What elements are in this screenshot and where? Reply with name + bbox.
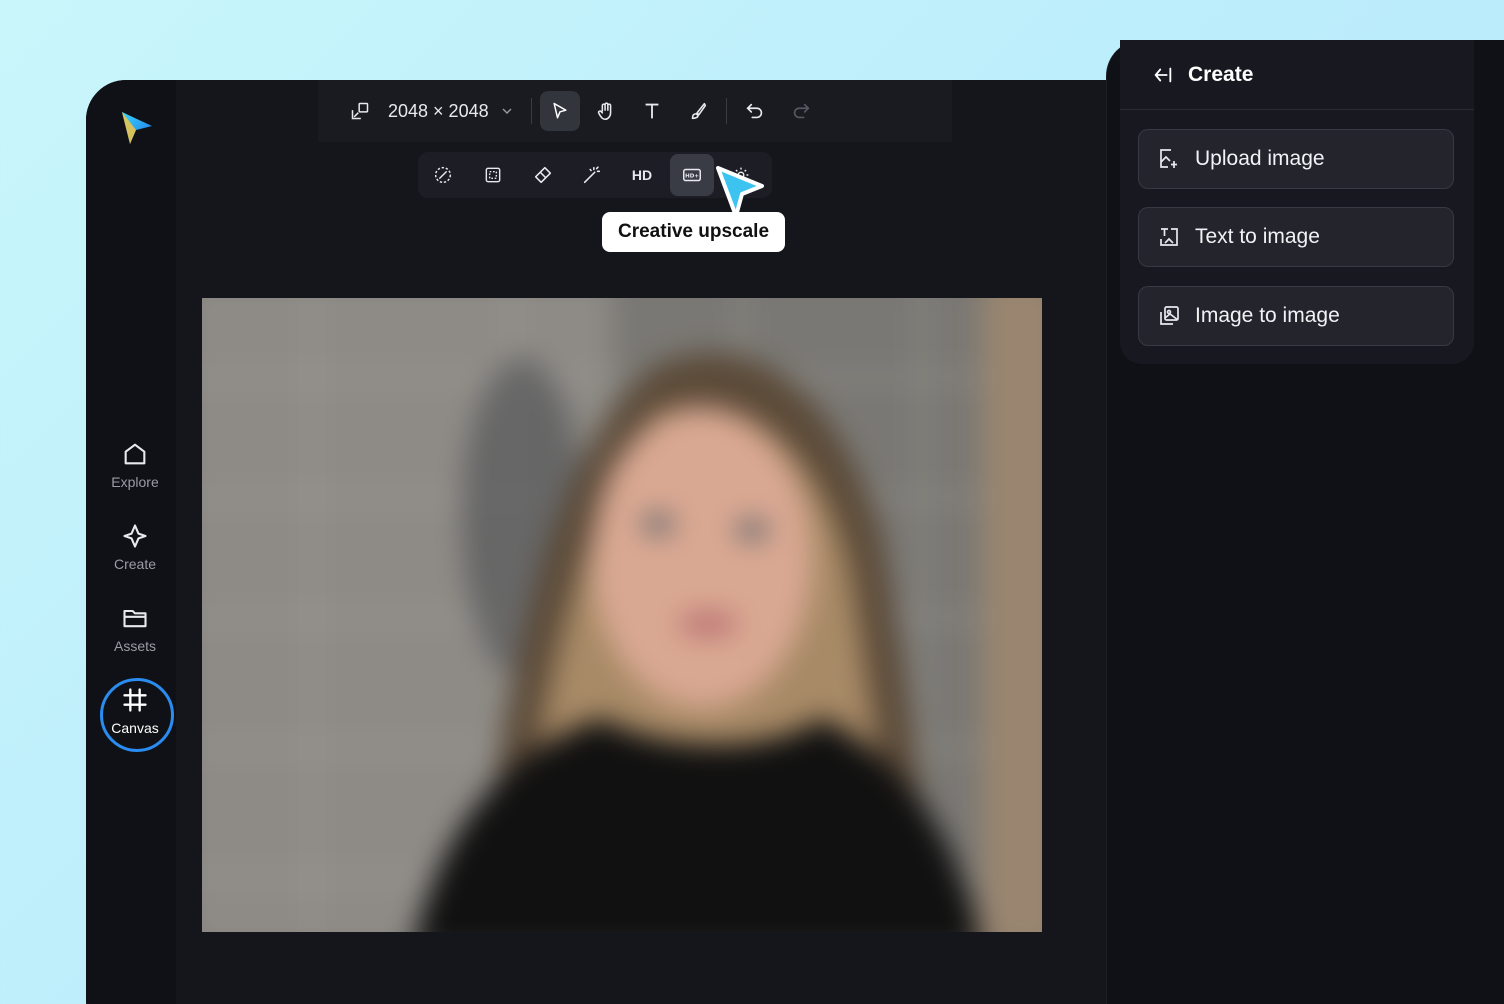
remove-background-icon xyxy=(435,166,452,184)
sidebar-item-label: Assets xyxy=(113,638,156,654)
canvas-image[interactable] xyxy=(202,298,1042,932)
crop-icon xyxy=(485,167,501,183)
text-tool-button[interactable] xyxy=(632,91,672,131)
creative-upscale-icon: HD+ xyxy=(682,168,701,182)
redo-button[interactable] xyxy=(781,91,821,131)
hand-icon xyxy=(597,102,611,121)
resize-button[interactable] xyxy=(340,91,380,131)
hd-button[interactable]: HD xyxy=(620,154,664,196)
text-to-image-label: Text to image xyxy=(1195,225,1320,248)
sidebar-item-label: Canvas xyxy=(111,720,159,736)
toolbar-divider xyxy=(530,98,532,124)
left-sidebar: Explore Create Assets Canvas xyxy=(86,80,176,1004)
sparkle-icon xyxy=(123,524,147,548)
canvas-size-select[interactable]: 2048 × 2048 xyxy=(380,91,523,131)
sidebar-item-label: Explore xyxy=(111,474,159,490)
create-panel-header: Create xyxy=(1120,40,1474,110)
brush-tool-button[interactable] xyxy=(678,91,718,131)
sidebar-item-canvas[interactable]: Canvas xyxy=(86,686,184,736)
image-to-image-button[interactable]: Image to image xyxy=(1138,286,1454,346)
hd-label: HD xyxy=(631,167,653,183)
magic-wand-button[interactable] xyxy=(570,154,614,196)
upload-image-button[interactable]: Upload image xyxy=(1138,129,1454,189)
mouse-cursor-icon xyxy=(716,166,764,218)
undo-button[interactable] xyxy=(735,91,775,131)
crop-button[interactable] xyxy=(471,154,515,196)
undo-icon xyxy=(746,103,762,119)
sidebar-item-explore[interactable]: Explore xyxy=(86,440,184,490)
image-to-image-label: Image to image xyxy=(1195,304,1340,327)
collapse-panel-icon[interactable] xyxy=(1152,64,1174,86)
redo-icon xyxy=(793,103,810,119)
remove-background-button[interactable] xyxy=(421,154,465,196)
top-toolbar: 2048 × 2048 xyxy=(318,80,952,142)
panel-title: Create xyxy=(1188,62,1254,86)
upload-image-label: Upload image xyxy=(1195,147,1325,170)
text-to-image-button[interactable]: Text to image xyxy=(1138,207,1454,267)
app-logo[interactable] xyxy=(116,108,156,148)
folder-icon xyxy=(123,609,147,628)
eraser-icon xyxy=(534,166,551,184)
magic-wand-icon xyxy=(584,166,601,184)
sidebar-item-label: Create xyxy=(113,556,157,572)
creative-upscale-button[interactable]: HD+ xyxy=(669,154,714,196)
toolbar-divider xyxy=(725,98,727,124)
create-panel: Create Upload image Text to image Image … xyxy=(1120,40,1474,364)
chevron-down-icon xyxy=(502,108,512,114)
eraser-button[interactable] xyxy=(520,154,564,196)
upload-image-icon xyxy=(1160,149,1177,168)
image-to-image-icon xyxy=(1160,306,1179,325)
text-icon xyxy=(645,103,659,119)
portrait-photo xyxy=(202,298,1042,932)
home-icon xyxy=(124,443,146,465)
sidebar-item-create[interactable]: Create xyxy=(86,522,184,572)
select-tool-button[interactable] xyxy=(539,91,580,131)
brush-icon xyxy=(691,102,706,120)
text-to-image-icon xyxy=(1160,228,1178,246)
canvas-size-label: 2048 × 2048 xyxy=(388,100,489,121)
select-icon xyxy=(553,102,567,119)
svg-text:HD+: HD+ xyxy=(685,173,699,179)
canvas-icon xyxy=(123,688,147,712)
sidebar-item-assets[interactable]: Assets xyxy=(86,604,184,654)
hand-tool-button[interactable] xyxy=(586,91,626,131)
resize-icon xyxy=(351,102,369,120)
